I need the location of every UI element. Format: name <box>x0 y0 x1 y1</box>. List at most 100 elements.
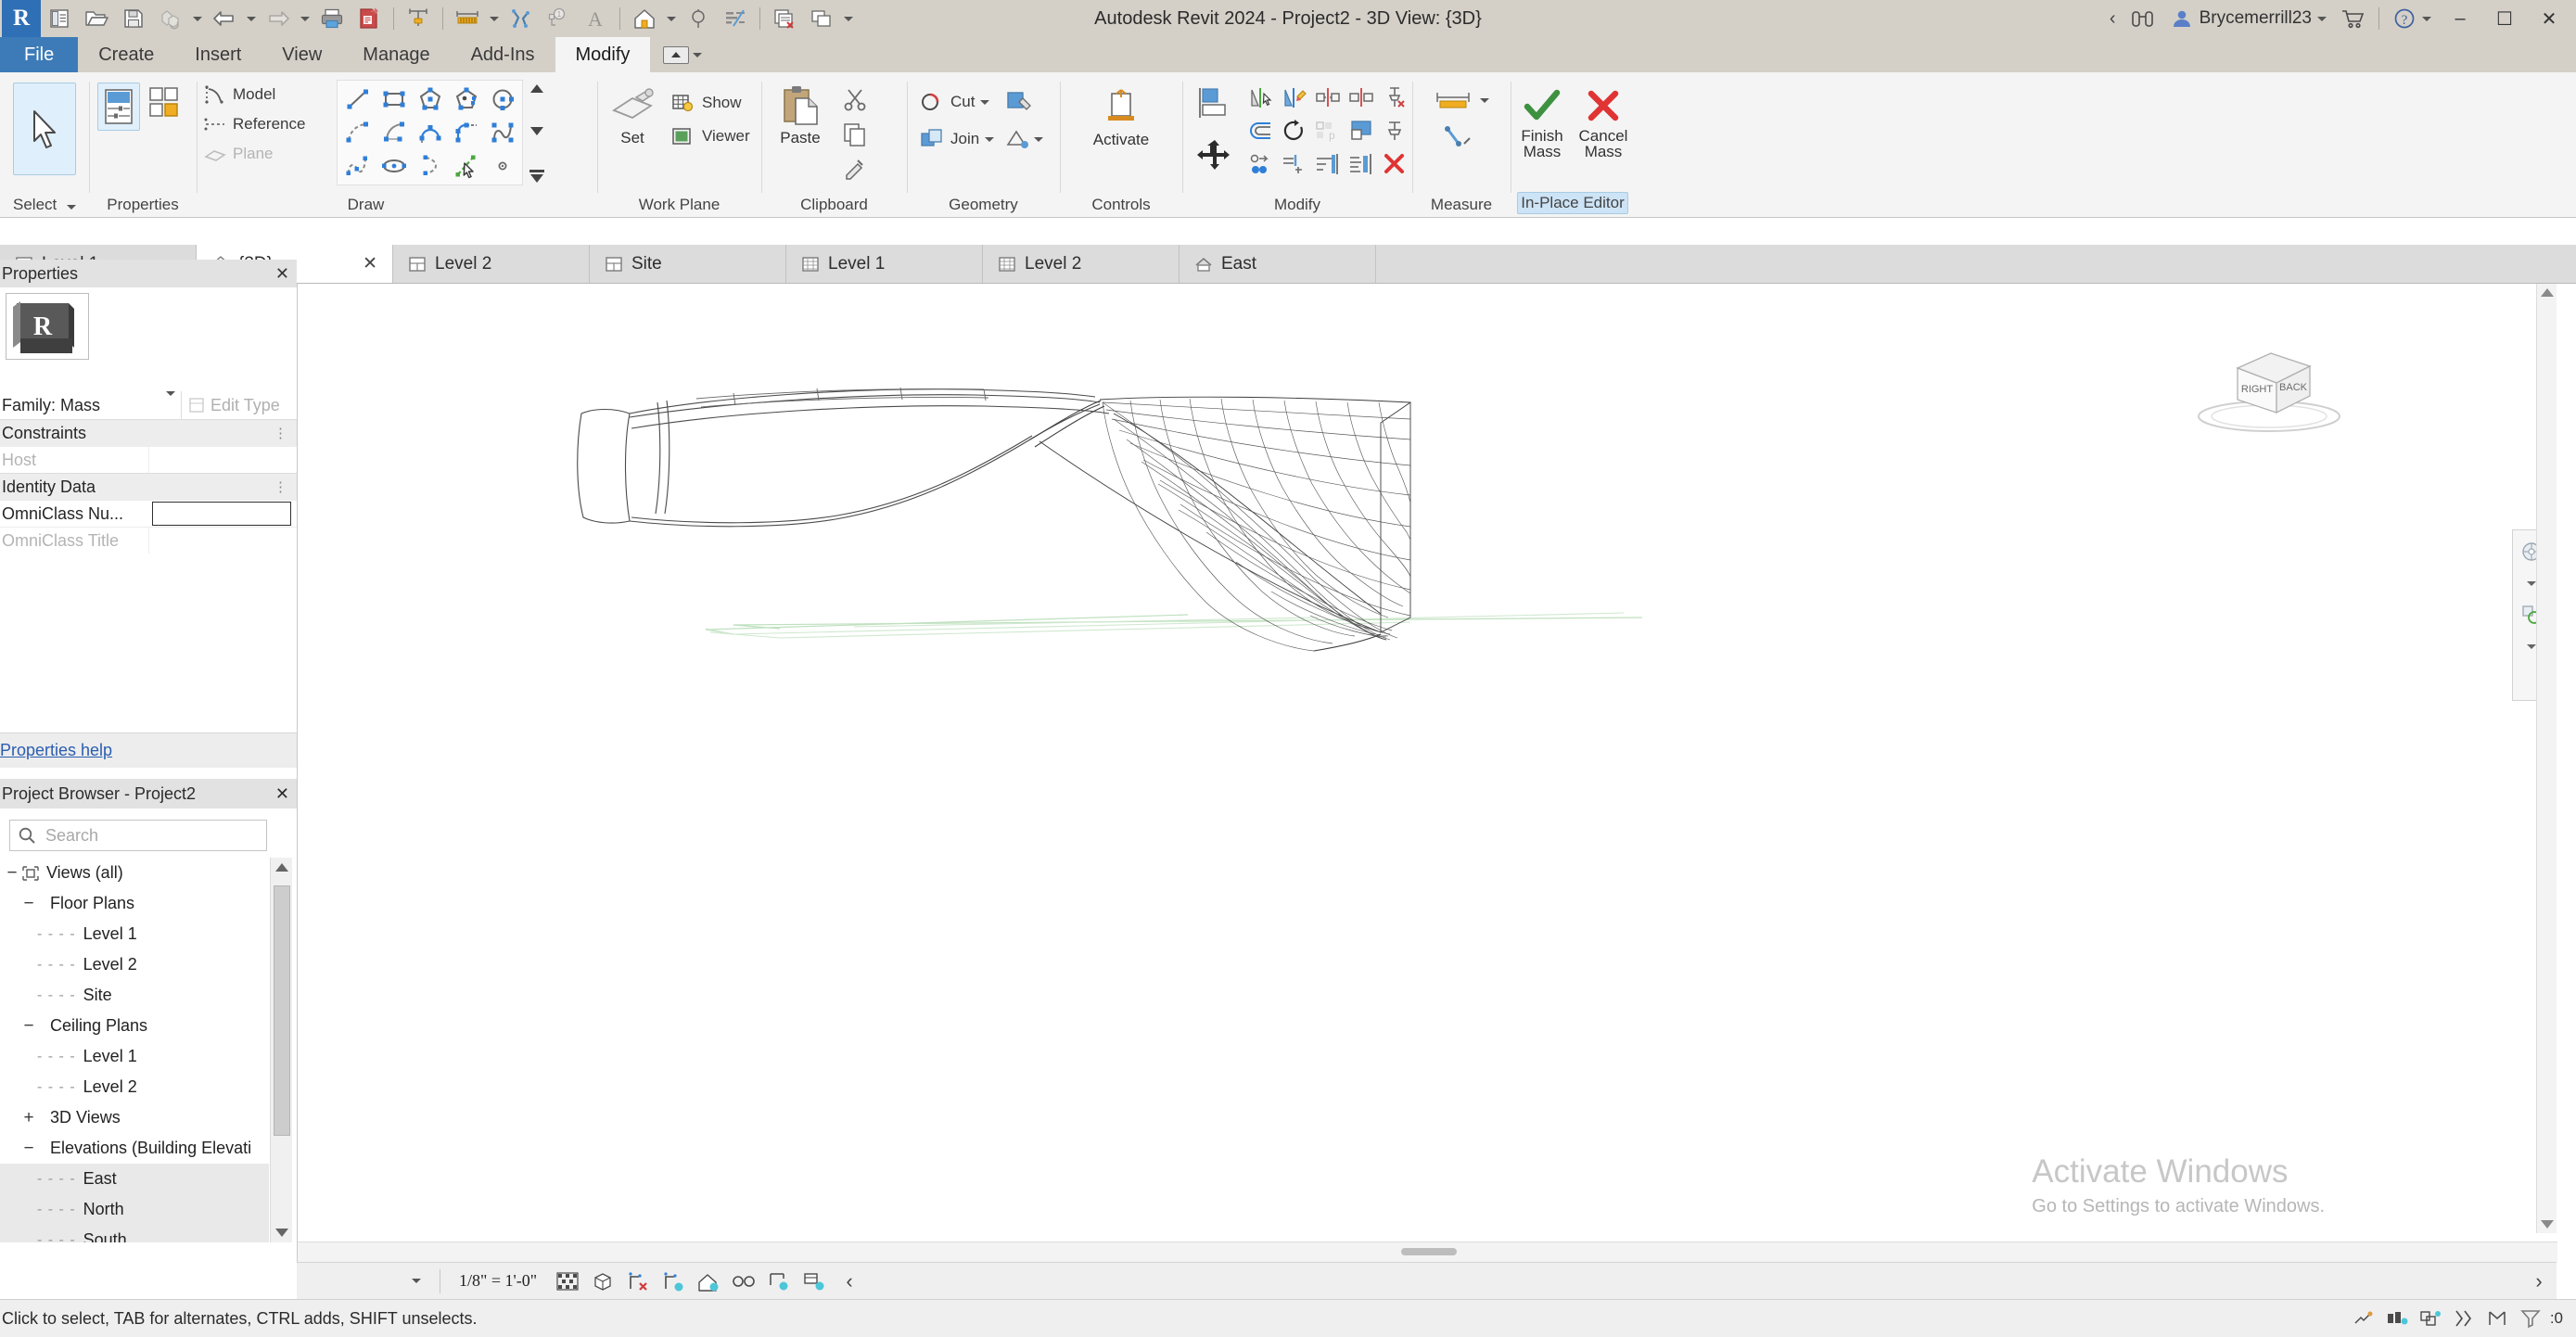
tab-modify[interactable]: Modify <box>555 37 651 72</box>
delete-icon[interactable] <box>1378 147 1411 181</box>
tree-item-ceiling-level1[interactable]: - - - - Level 1 <box>0 1041 269 1072</box>
workplane-set-button[interactable]: Set <box>604 81 661 193</box>
section-expand-dots[interactable]: ⋮ <box>274 425 287 441</box>
tree-item-floor-site[interactable]: - - - - Site <box>0 980 269 1011</box>
view-tab-level2-ceiling[interactable]: Level 2 <box>983 245 1180 283</box>
temporary-hide-isolate-icon[interactable] <box>797 1264 832 1299</box>
tab-view[interactable]: View <box>261 37 342 72</box>
active-workset-icon[interactable] <box>2483 1305 2511 1332</box>
section-expand-dots[interactable]: ⋮ <box>274 478 287 495</box>
tree-item-ceiling-level2[interactable]: - - - - Level 2 <box>0 1072 269 1102</box>
detail-group-icon[interactable]: 1 <box>540 1 577 36</box>
offset-icon[interactable] <box>1244 114 1278 147</box>
scrollbar-thumb[interactable] <box>274 885 290 1136</box>
vcb-expand-icon[interactable]: › <box>2521 1264 2557 1299</box>
finish-mass-button[interactable]: Finish Mass <box>1511 83 1573 193</box>
undo-dropdown-icon[interactable] <box>243 1 260 36</box>
viewcube-face-back[interactable]: BACK <box>2279 382 2308 393</box>
select-dropdown-icon[interactable] <box>67 205 76 210</box>
search-binoculars-icon[interactable] <box>2123 0 2162 37</box>
switch-window-icon[interactable] <box>803 1 840 36</box>
spline-through-points-icon[interactable] <box>339 149 376 183</box>
rectangle-tool-icon[interactable] <box>376 83 412 116</box>
reveal-hidden-elements-icon[interactable]: ‹ <box>832 1264 867 1299</box>
design-options-icon[interactable] <box>2417 1305 2444 1332</box>
close-icon[interactable]: ✕ <box>275 784 289 804</box>
pin-icon[interactable] <box>1378 114 1411 147</box>
expander-icon[interactable]: + <box>20 1112 37 1125</box>
view-tab-level1-ceiling[interactable]: Level 1 <box>786 245 983 283</box>
gallery-scroll-up-icon[interactable] <box>530 84 543 93</box>
aligned-dimension-icon[interactable] <box>449 1 486 36</box>
line-tool-icon[interactable] <box>339 83 376 116</box>
ribbon-options-dropdown-icon[interactable] <box>693 53 702 57</box>
view-list-dropdown-icon[interactable] <box>399 1264 434 1299</box>
print-icon[interactable] <box>313 1 351 36</box>
trim-extend-corner-icon[interactable] <box>1311 147 1345 181</box>
scrollbar-thumb[interactable] <box>1401 1248 1457 1255</box>
scroll-up-icon[interactable] <box>2541 288 2554 297</box>
property-row-omniclass-number[interactable]: OmniClass Nu... <box>0 500 297 527</box>
tree-item-elevation-east[interactable]: - - - - East <box>0 1164 269 1194</box>
join-dropdown-icon[interactable] <box>985 137 994 142</box>
scroll-up-icon[interactable] <box>275 863 288 872</box>
sun-path-off-icon[interactable] <box>620 1264 656 1299</box>
canvas-vertical-scrollbar[interactable] <box>2536 284 2557 1233</box>
close-button[interactable]: ✕ <box>2528 0 2570 37</box>
scroll-down-icon[interactable] <box>275 1229 288 1237</box>
view-scale-label[interactable]: 1/8" = 1'-0" <box>446 1271 550 1291</box>
array-icon[interactable] <box>1244 147 1278 181</box>
view-cube[interactable]: RIGHT BACK <box>2186 335 2353 446</box>
sync-icon[interactable] <box>152 1 189 36</box>
arc-end-radius-tool-icon[interactable] <box>376 116 412 149</box>
circle-tool-icon[interactable] <box>484 83 520 116</box>
cut-dropdown-icon[interactable] <box>980 100 989 105</box>
copy-icon[interactable] <box>836 120 874 149</box>
autodesk-store-icon[interactable] <box>2334 0 2371 37</box>
vcb-expand-glyph[interactable]: › <box>2535 1269 2542 1293</box>
trim-extend-multiple-icon[interactable] <box>1278 147 1311 181</box>
filter-icon[interactable] <box>2517 1305 2544 1332</box>
view-3d-dropdown-icon[interactable] <box>663 1 680 36</box>
properties-palette-toggle-button[interactable] <box>97 83 140 131</box>
minimize-button[interactable]: – <box>2439 0 2481 37</box>
type-properties-button[interactable] <box>146 83 183 121</box>
tab-file[interactable]: File <box>0 37 78 72</box>
visual-style-icon[interactable] <box>585 1264 620 1299</box>
gallery-scroll-down-icon[interactable] <box>530 127 543 135</box>
editable-only-icon[interactable] <box>2350 1305 2378 1332</box>
redo-dropdown-icon[interactable] <box>297 1 313 36</box>
tree-item-ceiling-plans[interactable]: − Ceiling Plans <box>0 1011 269 1041</box>
split-face-dropdown-icon[interactable] <box>1034 137 1043 142</box>
view-tab-site[interactable]: Site <box>590 245 786 283</box>
properties-help-link[interactable]: Properties help <box>0 741 112 760</box>
ribbon-display-options[interactable] <box>650 37 702 72</box>
tag-icon[interactable] <box>503 1 540 36</box>
rotate-icon[interactable] <box>1278 114 1311 147</box>
polygon-inscribed-tool-icon[interactable] <box>412 83 448 116</box>
project-browser-scrollbar[interactable] <box>270 858 292 1242</box>
cancel-mass-button[interactable]: Cancel Mass <box>1573 83 1634 193</box>
default-3d-view-icon[interactable] <box>626 1 663 36</box>
trim-extend-single-icon[interactable] <box>1345 81 1378 114</box>
ribbon-minimize-icon[interactable] <box>663 46 689 64</box>
hide-crop-region-icon[interactable] <box>761 1264 797 1299</box>
paint-icon[interactable] <box>999 88 1039 116</box>
help-dropdown-icon[interactable] <box>2422 17 2431 21</box>
arc-tangent-tool-icon[interactable] <box>412 116 448 149</box>
polygon-circumscribed-tool-icon[interactable] <box>448 83 484 116</box>
render-gallery-icon[interactable] <box>691 1264 726 1299</box>
tree-item-elevations[interactable]: − Elevations (Building Elevati <box>0 1133 269 1164</box>
tree-item-views-all[interactable]: − Views (all) <box>0 858 269 888</box>
match-type-icon[interactable] <box>836 155 874 185</box>
info-center-collapse-icon[interactable]: ‹ <box>2104 0 2122 37</box>
activate-button[interactable]: Activate <box>1078 83 1164 147</box>
draw-reference-button[interactable]: Reference <box>203 114 305 134</box>
mirror-draw-axis-icon[interactable] <box>1278 81 1311 114</box>
tree-item-elevation-north[interactable]: - - - - North <box>0 1194 269 1225</box>
expander-icon[interactable]: − <box>20 1142 37 1155</box>
tab-manage[interactable]: Manage <box>342 37 450 72</box>
property-row-omniclass-title[interactable]: OmniClass Title <box>0 527 297 554</box>
view-tab-east-elevation[interactable]: East <box>1180 245 1376 283</box>
crop-view-icon[interactable] <box>726 1264 761 1299</box>
